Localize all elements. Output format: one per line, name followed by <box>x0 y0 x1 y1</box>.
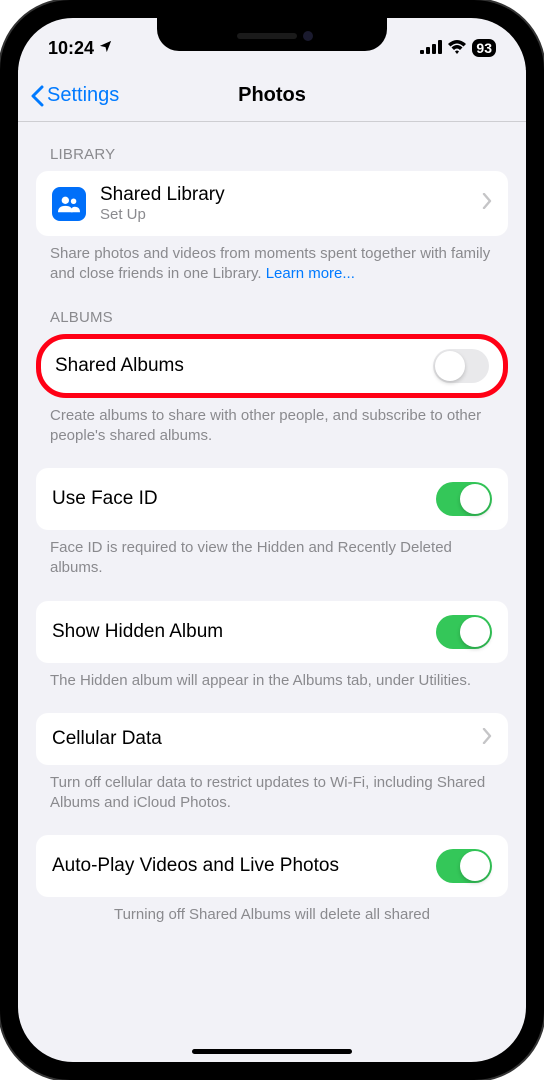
shared-albums-label: Shared Albums <box>55 354 184 378</box>
show-hidden-album-toggle[interactable] <box>436 615 492 649</box>
section-header-albums: ALBUMS <box>36 285 508 334</box>
shared-library-row[interactable]: Shared Library Set Up <box>36 171 508 236</box>
autoplay-toggle[interactable] <box>436 849 492 883</box>
location-icon <box>98 38 113 59</box>
section-header-library: LIBRARY <box>36 122 508 171</box>
phone-frame: 10:24 93 Settings Photos <box>0 0 544 1080</box>
page-title: Photos <box>238 84 306 107</box>
back-label: Settings <box>47 84 119 107</box>
chevron-right-icon <box>482 193 492 214</box>
content[interactable]: LIBRARY Shared Library Set Up Share phot… <box>18 122 526 1062</box>
cellular-data-row[interactable]: Cellular Data <box>36 713 508 765</box>
battery-level: 93 <box>472 39 496 57</box>
hidden-footer: The Hidden album will appear in the Albu… <box>36 663 508 691</box>
notch <box>157 18 387 51</box>
back-button[interactable]: Settings <box>30 84 119 107</box>
show-hidden-album-row[interactable]: Show Hidden Album <box>36 601 508 663</box>
albums-footer: Create albums to share with other people… <box>36 398 508 447</box>
face-id-footer: Face ID is required to view the Hidden a… <box>36 530 508 579</box>
use-face-id-toggle[interactable] <box>436 482 492 516</box>
cellular-signal-icon <box>420 38 442 59</box>
cellular-data-label: Cellular Data <box>52 727 162 751</box>
cellular-footer: Turn off cellular data to restrict updat… <box>36 765 508 814</box>
shared-albums-row[interactable]: Shared Albums <box>36 334 508 398</box>
use-face-id-label: Use Face ID <box>52 487 158 511</box>
autoplay-footer: Turning off Shared Albums will delete al… <box>36 897 508 925</box>
status-time: 10:24 <box>48 38 94 59</box>
shared-library-title: Shared Library <box>100 184 468 206</box>
chevron-left-icon <box>30 85 44 107</box>
people-icon <box>52 187 86 221</box>
use-face-id-row[interactable]: Use Face ID <box>36 468 508 530</box>
autoplay-row[interactable]: Auto-Play Videos and Live Photos <box>36 835 508 897</box>
autoplay-label: Auto-Play Videos and Live Photos <box>52 854 339 878</box>
screen: 10:24 93 Settings Photos <box>18 18 526 1062</box>
shared-library-subtitle: Set Up <box>100 206 468 223</box>
home-indicator[interactable] <box>192 1049 352 1054</box>
show-hidden-album-label: Show Hidden Album <box>52 620 223 644</box>
nav-bar: Settings Photos <box>18 70 526 122</box>
learn-more-link[interactable]: Learn more... <box>266 265 355 282</box>
wifi-icon <box>447 38 467 59</box>
shared-albums-toggle[interactable] <box>433 349 489 383</box>
chevron-right-icon <box>482 728 492 749</box>
